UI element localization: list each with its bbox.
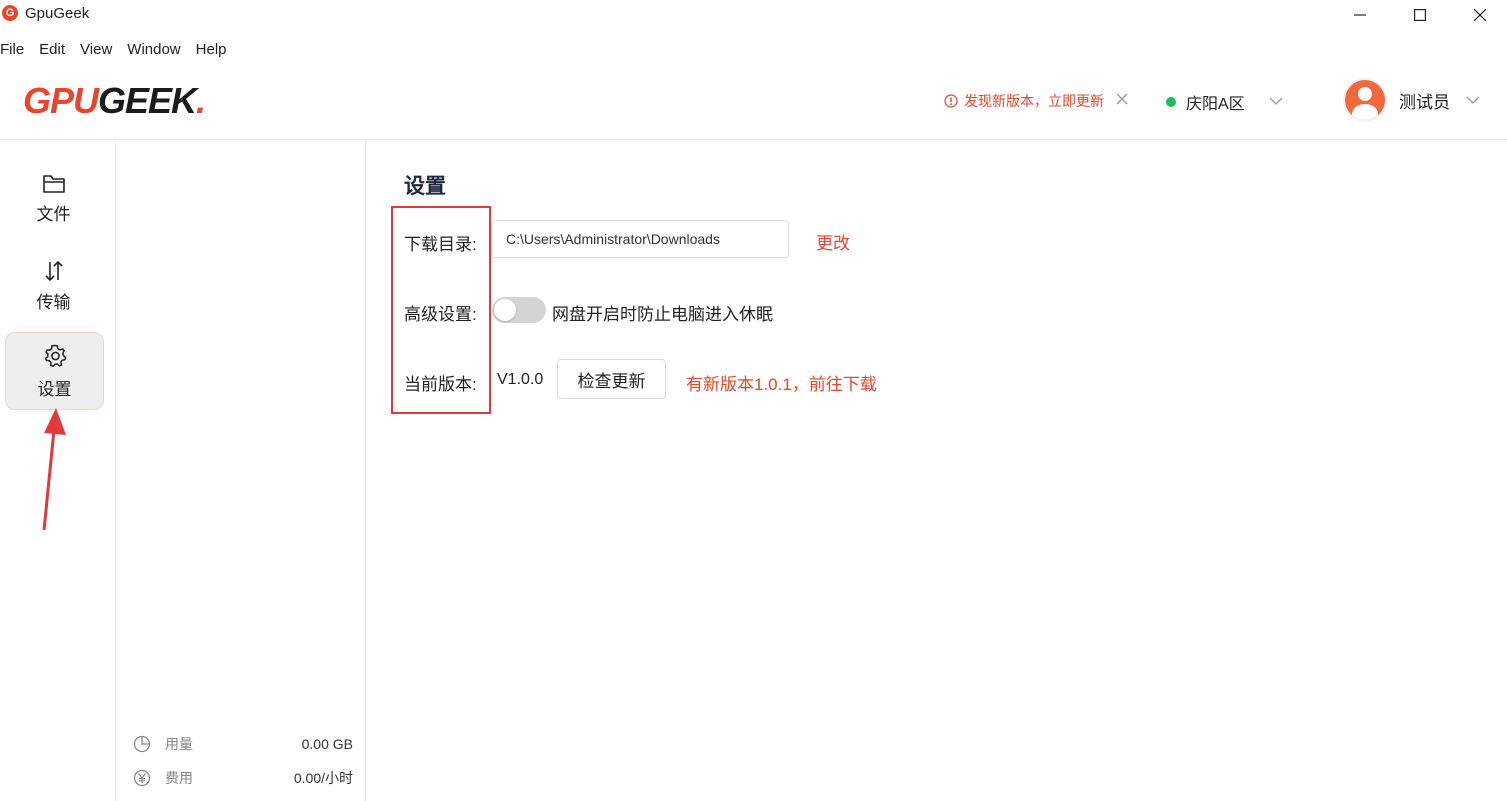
version-value: V1.0.0 [497,371,544,388]
transfer-arrows-icon [44,260,63,281]
avatar [1345,80,1385,120]
nav-files[interactable]: 文件 [5,160,102,236]
close-window-button[interactable] [1455,0,1505,30]
nav-settings-label: 设置 [37,379,72,399]
update-notice-link[interactable]: 发现新版本，立即更新 [964,91,1104,111]
title-bar: G GpuGeek [0,0,1507,30]
folder-icon [42,174,65,193]
close-icon [1474,9,1486,21]
nav-settings[interactable]: 设置 [5,332,104,410]
nav-files-label: 文件 [36,204,71,224]
prevent-sleep-toggle[interactable] [492,297,546,323]
check-update-button[interactable]: 检查更新 [557,359,666,399]
online-status-dot [1166,97,1176,107]
current-version-label: 当前版本: [404,375,477,394]
new-version-download-link[interactable]: 有新版本1.0.1，前往下载 [686,370,877,395]
user-menu[interactable]: 测试员 [1345,80,1480,120]
region-label: 庆阳A区 [1186,96,1245,113]
menu-edit[interactable]: Edit [39,38,65,62]
download-dir-label: 下载目录: [404,235,477,254]
prevent-sleep-label: 网盘开启时防止电脑进入休眠 [552,305,773,324]
page-title: 设置 [404,175,446,198]
menu-bar: File Edit View Window Help [0,38,242,62]
menu-view[interactable]: View [80,38,112,62]
menu-help[interactable]: Help [196,38,227,62]
change-dir-link[interactable]: 更改 [816,229,850,254]
gear-icon [44,344,66,367]
advanced-settings-label: 高级设置: [404,305,477,324]
menu-window[interactable]: Window [127,38,180,62]
window-title: GpuGeek [25,5,90,22]
update-notice: 发现新版本，立即更新 [944,91,1128,111]
brand-logo: GPUGEEK. [23,80,206,122]
maximize-icon [1414,9,1426,21]
cost-label: 费用 [165,770,193,786]
settings-panel: 设置 下载目录: 更改 高级设置: 网盘开启时防止电脑进入休眠 当前版本: V1… [366,140,1507,801]
user-name: 测试员 [1399,92,1450,112]
annotation-arrow [42,408,66,531]
nav-transfer-label: 传输 [36,292,71,312]
minimize-button[interactable] [1335,0,1385,30]
info-icon [944,94,958,108]
usage-value: 0.00 GB [301,736,353,752]
download-dir-input[interactable] [491,220,789,258]
chevron-down-icon [1466,90,1480,110]
chevron-down-icon [1269,93,1283,111]
usage-stat: 用量 0.00 GB [133,734,353,754]
logo-gpu: GPU [23,80,99,121]
app-header: GPUGEEK. 发现新版本，立即更新 庆阳A区 测试员 [0,70,1507,140]
pie-chart-icon [133,735,151,753]
maximize-button[interactable] [1395,0,1445,30]
usage-label: 用量 [165,736,193,752]
region-selector[interactable]: 庆阳A区 [1166,90,1283,114]
logo-geek: GEEK [98,80,197,121]
secondary-panel: 用量 0.00 GB 费用 0.00/小时 [116,140,366,801]
nav-transfer[interactable]: 传输 [5,248,102,324]
yen-icon [133,769,151,787]
cost-value: 0.00/小时 [293,770,353,786]
dismiss-notice-icon[interactable] [1116,92,1128,110]
cost-stat: 费用 0.00/小时 [133,768,353,788]
minimize-icon [1354,14,1366,16]
menu-file[interactable]: File [0,38,24,62]
app-logo-icon: G [2,5,18,21]
logo-dot: . [196,80,206,121]
